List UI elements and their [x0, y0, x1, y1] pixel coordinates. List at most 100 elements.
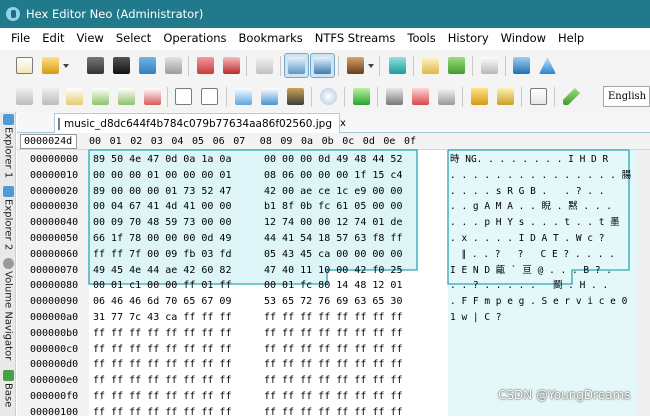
- hex-bytes-left[interactable]: 06 46 46 6d 70 65 67 09: [93, 296, 231, 307]
- menu-view[interactable]: View: [77, 31, 104, 45]
- hex-bytes-left[interactable]: 00 09 70 48 59 73 00 00: [93, 217, 231, 228]
- print-icon[interactable]: [162, 54, 185, 77]
- close-all-icon[interactable]: [220, 54, 243, 77]
- save-icon[interactable]: [84, 54, 107, 77]
- highlight-icon[interactable]: [383, 85, 406, 108]
- hex-bytes-left[interactable]: ff ff ff ff ff ff ff ff: [93, 359, 231, 370]
- hex-bytes-right[interactable]: 08 06 00 00 00 1f 15 c4: [264, 170, 402, 181]
- hex-bytes-left[interactable]: 49 45 4e 44 ae 42 60 82: [93, 265, 231, 276]
- binary-icon[interactable]: [527, 85, 550, 108]
- tools-dropdown-icon[interactable]: [368, 64, 374, 69]
- language-select[interactable]: English: [603, 86, 650, 107]
- hex-bytes-right[interactable]: ff ff ff ff ff ff ff ff: [264, 407, 402, 418]
- hex-bytes-right[interactable]: 53 65 72 76 69 63 65 30: [264, 296, 402, 307]
- hex-bytes-right[interactable]: ff ff ff ff ff ff ff ff: [264, 344, 402, 355]
- hex-bytes-left[interactable]: 31 77 7c 43 ca ff ff ff: [93, 312, 231, 323]
- hex-bytes-left[interactable]: ff ff ff ff ff ff ff ff: [93, 391, 231, 402]
- vertical-scrollbar[interactable]: [637, 150, 650, 416]
- hex-bytes-left[interactable]: ff ff ff ff ff ff ff ff: [93, 344, 231, 355]
- menu-ntfs-streams[interactable]: NTFS Streams: [315, 31, 396, 45]
- text-bytes[interactable]: . . . p H Y s . . . t . . t 墨: [450, 217, 620, 228]
- export-icon[interactable]: [258, 85, 281, 108]
- hex-bytes-right[interactable]: ff ff ff ff ff ff ff ff: [264, 312, 402, 323]
- text-bytes[interactable]: 時 NG. . . . . . . . I H D R: [450, 154, 608, 165]
- close-icon[interactable]: [194, 54, 217, 77]
- hex-bytes-right[interactable]: ff ff ff ff ff ff ff ff: [264, 359, 402, 370]
- menu-history[interactable]: History: [448, 31, 489, 45]
- open-file-icon[interactable]: [39, 54, 62, 77]
- tree-icon[interactable]: [350, 85, 373, 108]
- text-bytes[interactable]: I E N D 甂 ` 亘 @ . . . B ? .: [450, 265, 612, 276]
- hex-bytes-left[interactable]: 89 50 4e 47 0d 0a 1a 0a: [93, 154, 231, 165]
- menu-operations[interactable]: Operations: [163, 31, 226, 45]
- help-icon[interactable]: [510, 54, 533, 77]
- menu-file[interactable]: File: [11, 31, 30, 45]
- hex-bytes-right[interactable]: ff ff ff ff ff ff ff ff: [264, 391, 402, 402]
- refresh-icon[interactable]: [253, 54, 276, 77]
- menu-window[interactable]: Window: [501, 31, 546, 45]
- text-bytes[interactable]: ∥ . . ? ? C E ? . . . .: [450, 249, 614, 260]
- hex-bytes-right[interactable]: 05 43 45 ca 00 00 00 00: [264, 249, 402, 260]
- hex-bytes-right[interactable]: 12 74 00 00 12 74 01 de: [264, 217, 402, 228]
- unlock-icon[interactable]: [494, 85, 517, 108]
- import-icon[interactable]: [435, 85, 458, 108]
- delete-icon[interactable]: [141, 85, 164, 108]
- text-bytes[interactable]: . . . . . . . . . . . . . . . 腸: [450, 170, 631, 181]
- undo-icon[interactable]: [13, 85, 36, 108]
- hex-bytes-right[interactable]: 00 00 00 0d 49 48 44 52: [264, 154, 402, 165]
- hex-bytes-left[interactable]: ff ff 7f 00 09 fb 03 fd: [93, 249, 231, 260]
- text-bytes[interactable]: . F F m p e g . S e r v i c e 0: [450, 296, 627, 307]
- copy-icon[interactable]: [89, 85, 112, 108]
- document-arrow-icon[interactable]: [232, 85, 255, 108]
- monitor-icon[interactable]: [386, 54, 409, 77]
- save-all-icon[interactable]: [110, 54, 133, 77]
- hex-editor[interactable]: music_d8dc644f4b784c079b77634aa86f02560.…: [17, 112, 650, 418]
- redo-icon[interactable]: [39, 85, 62, 108]
- menu-tools[interactable]: Tools: [407, 31, 435, 45]
- hex-bytes-right[interactable]: ff ff ff ff ff ff ff ff: [264, 375, 402, 386]
- hex-bytes-right[interactable]: 42 00 ae ce 1c e9 00 00: [264, 186, 402, 197]
- menu-edit[interactable]: Edit: [42, 31, 64, 45]
- view-toggle-a-icon[interactable]: [284, 53, 309, 78]
- save-as-icon[interactable]: [136, 54, 159, 77]
- hex-bytes-left[interactable]: ff ff ff ff ff ff ff ff: [93, 375, 231, 386]
- lock-icon[interactable]: [468, 85, 491, 108]
- hex-bytes-right[interactable]: b1 8f 0b fc 61 05 00 00: [264, 201, 402, 212]
- text-bytes[interactable]: . . ? . . . . . 鬬 . H . .: [450, 280, 608, 291]
- open-dropdown-icon[interactable]: [63, 64, 69, 69]
- menu-select[interactable]: Select: [116, 31, 151, 45]
- mail-icon[interactable]: [419, 54, 442, 77]
- pen-icon[interactable]: [560, 85, 583, 108]
- hex-bytes-left[interactable]: 00 04 67 41 4d 41 00 00: [93, 201, 231, 212]
- hex-bytes-left[interactable]: ff ff ff ff ff ff ff ff: [93, 328, 231, 339]
- hex-bytes-left[interactable]: 66 1f 78 00 00 00 0d 49: [93, 233, 231, 244]
- text-bytes[interactable]: . . g A M A . . 睨 . 黙 . . .: [450, 201, 612, 212]
- menu-bookmarks[interactable]: Bookmarks: [239, 31, 303, 45]
- hex-bytes-left[interactable]: 00 00 00 01 00 00 00 01: [93, 170, 231, 181]
- text-bytes[interactable]: . . . . s R G B . . ? . .: [450, 186, 604, 197]
- side-tab-explorer-1[interactable]: Explorer 1: [1, 114, 15, 178]
- hex-bytes-right[interactable]: 00 01 fc 80 14 48 12 01: [264, 280, 402, 291]
- window-icon[interactable]: [478, 54, 501, 77]
- hex-bytes-right[interactable]: 47 40 11 10 00 42 f0 25: [264, 265, 402, 276]
- users-icon[interactable]: [445, 54, 468, 77]
- chart-icon[interactable]: [409, 85, 432, 108]
- view-toggle-b-icon[interactable]: [310, 53, 335, 78]
- side-tab-base[interactable]: Base: [1, 370, 15, 407]
- camera-icon[interactable]: [284, 85, 307, 108]
- tools-icon[interactable]: [344, 54, 367, 77]
- paste-icon[interactable]: [115, 85, 138, 108]
- text-bytes[interactable]: 1 w | C ?: [450, 312, 501, 323]
- side-tab-explorer-2[interactable]: Explorer 2: [1, 186, 15, 250]
- hex-bytes-right[interactable]: 44 41 54 18 57 63 f8 ff: [264, 233, 402, 244]
- edit-icon[interactable]: [63, 85, 86, 108]
- hex-bytes-left[interactable]: 89 00 00 00 01 73 52 47: [93, 186, 231, 197]
- hex-bytes-left[interactable]: ff ff ff ff ff ff ff ff: [93, 407, 231, 418]
- text-bytes[interactable]: . x . . . . I D A T . W c ?: [450, 233, 610, 244]
- warning-icon[interactable]: [536, 54, 559, 77]
- hex-bytes-right[interactable]: ff ff ff ff ff ff ff ff: [264, 328, 402, 339]
- document-icon[interactable]: [172, 85, 195, 108]
- hex-bytes-left[interactable]: 00 01 c1 00 00 ff 01 ff: [93, 280, 231, 291]
- document-plus-icon[interactable]: [198, 85, 221, 108]
- find-icon[interactable]: [317, 85, 340, 108]
